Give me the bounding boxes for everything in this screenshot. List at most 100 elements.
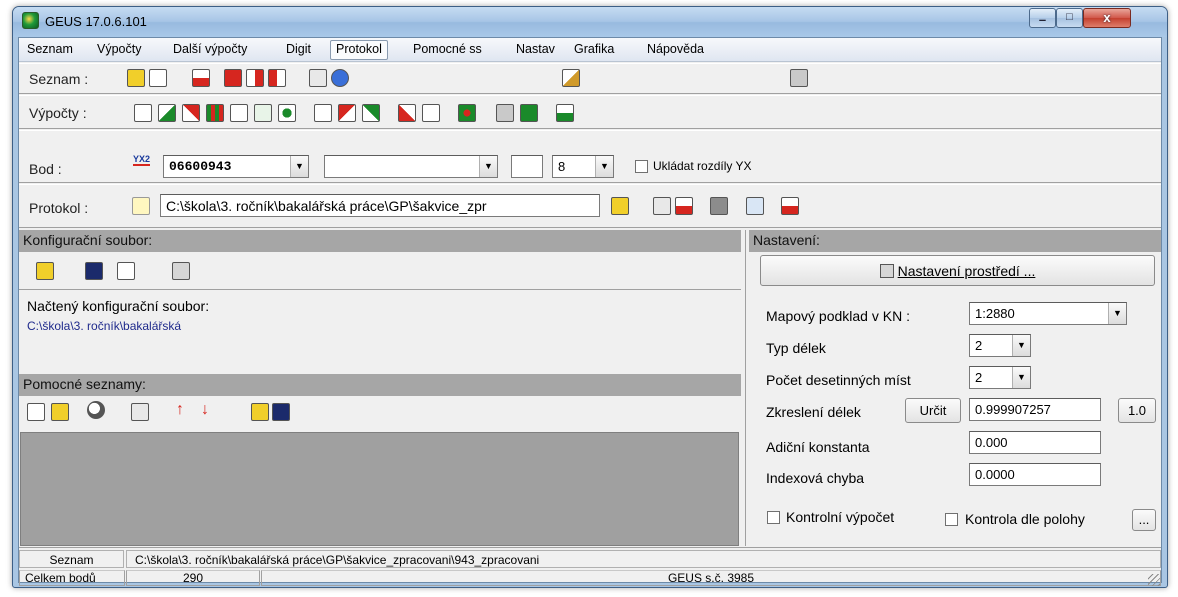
- open-folder-icon[interactable]: [127, 69, 145, 87]
- lightbulb-icon[interactable]: [132, 197, 150, 215]
- small-field[interactable]: [511, 155, 543, 178]
- edit-pencil-icon[interactable]: [562, 69, 580, 87]
- protocol-path-field[interactable]: C:\škola\3. ročník\bakalářská práce\GP\š…: [160, 194, 600, 217]
- calc-intersect-icon[interactable]: [182, 104, 200, 122]
- paste-list-icon[interactable]: [51, 403, 69, 421]
- length-type-value: 2: [975, 338, 983, 353]
- minimize-icon: –: [1038, 12, 1047, 27]
- menu-napoveda[interactable]: Nápověda: [647, 42, 704, 56]
- control-calc-label: Kontrolní výpočet: [786, 509, 895, 525]
- new-document-icon[interactable]: [149, 69, 167, 87]
- menu-nastav[interactable]: Nastav: [516, 42, 555, 56]
- calc-step-icon[interactable]: [314, 104, 332, 122]
- second-combo[interactable]: [324, 155, 498, 178]
- chevron-down-icon[interactable]: ▼: [595, 156, 613, 177]
- title-bar[interactable]: [13, 7, 1167, 37]
- settings-panel-header: Nastavení:: [749, 230, 1161, 252]
- calc-triangle-icon[interactable]: [338, 104, 356, 122]
- zoom-icon[interactable]: [87, 401, 105, 419]
- calc-angle-icon[interactable]: [158, 104, 176, 122]
- map-base-combo[interactable]: 1:2880: [969, 302, 1127, 325]
- calc-star-icon[interactable]: [458, 104, 476, 122]
- calc-gear-icon[interactable]: [520, 104, 538, 122]
- chevron-down-icon[interactable]: ▼: [1108, 303, 1126, 324]
- calc-polyline-icon[interactable]: [362, 104, 380, 122]
- calc-cross-icon[interactable]: [134, 104, 152, 122]
- pages-icon[interactable]: [131, 403, 149, 421]
- arrow-down-icon[interactable]: ↓: [201, 401, 209, 419]
- report-red-icon[interactable]: [675, 197, 693, 215]
- seznam-row-label: Seznam :: [29, 71, 89, 87]
- menu-grafika[interactable]: Grafika: [574, 42, 614, 56]
- print-icon[interactable]: [710, 197, 728, 215]
- menu-protokol[interactable]: Protokol: [330, 40, 388, 60]
- person-stand-icon[interactable]: [790, 69, 808, 87]
- save-differences-checkbox[interactable]: [635, 160, 648, 173]
- menu-seznam[interactable]: Seznam: [27, 42, 73, 56]
- status-list-path: C:\škola\3. ročník\bakalářská práce\GP\š…: [126, 550, 1161, 568]
- length-type-label: Typ délek: [766, 340, 826, 356]
- yx-icon[interactable]: YX2: [133, 154, 151, 166]
- additive-label: Adiční konstanta: [766, 439, 870, 455]
- window-title: GEUS 17.0.6.101: [45, 14, 147, 29]
- save-as-disk-icon[interactable]: [117, 262, 135, 280]
- menu-digit[interactable]: Digit: [286, 42, 311, 56]
- copy-list-icon[interactable]: [27, 403, 45, 421]
- chevron-down-icon[interactable]: ▼: [290, 156, 308, 177]
- position-options-button[interactable]: ...: [1132, 509, 1156, 531]
- report-icon[interactable]: [653, 197, 671, 215]
- calc-grid-icon[interactable]: [206, 104, 224, 122]
- calc-calendar-icon[interactable]: [496, 104, 514, 122]
- distortion-value: 0.999907257: [975, 402, 1051, 417]
- list-arrow-icon[interactable]: [246, 69, 264, 87]
- index-error-field[interactable]: 0.0000: [969, 463, 1101, 486]
- open-book-icon[interactable]: [309, 69, 327, 87]
- save-report-icon[interactable]: [781, 197, 799, 215]
- calc-red-angle-icon[interactable]: [398, 104, 416, 122]
- info-icon[interactable]: [331, 69, 349, 87]
- additive-field[interactable]: 0.000: [969, 431, 1101, 454]
- geus-app-icon: [22, 12, 39, 29]
- resize-grip-icon[interactable]: [1148, 574, 1160, 586]
- calc-x-icon[interactable]: [230, 104, 248, 122]
- reset-distortion-button[interactable]: 1.0: [1118, 398, 1156, 423]
- calc-dot-icon[interactable]: [278, 104, 296, 122]
- control-calc-checkbox[interactable]: [767, 511, 780, 524]
- status-divider: [19, 547, 1161, 548]
- lists-toolbar: [19, 396, 741, 432]
- point-number-combo[interactable]: 06600943: [163, 155, 309, 178]
- clipboard-icon[interactable]: [746, 197, 764, 215]
- control-position-label: Kontrola dle polohy: [965, 511, 1085, 527]
- calc-net-icon[interactable]: [422, 104, 440, 122]
- bod-row-label: Bod :: [29, 161, 62, 177]
- maximize-icon: □: [1066, 11, 1073, 23]
- chevron-down-icon[interactable]: ▼: [1012, 335, 1030, 356]
- open-folder-icon[interactable]: [36, 262, 54, 280]
- map-base-value: 1:2880: [975, 306, 1015, 321]
- chevron-down-icon[interactable]: ▼: [479, 156, 497, 177]
- save-disk-icon[interactable]: [85, 262, 103, 280]
- open-folder-icon[interactable]: [611, 197, 629, 215]
- settings-tool-icon[interactable]: [172, 262, 190, 280]
- list-red-icon[interactable]: [224, 69, 242, 87]
- open-folder-icon[interactable]: [251, 403, 269, 421]
- menu-dalsi-vypocty[interactable]: Další výpočty: [173, 42, 247, 56]
- list-play-icon[interactable]: [268, 69, 286, 87]
- environment-settings-button[interactable]: Nastavení prostředí ...: [760, 255, 1155, 286]
- calc-21-icon[interactable]: [254, 104, 272, 122]
- distortion-field[interactable]: 0.999907257: [969, 398, 1101, 421]
- menu-pomocne-ss[interactable]: Pomocné ss: [413, 42, 482, 56]
- menu-vypocty[interactable]: Výpočty: [97, 42, 141, 56]
- additive-value: 0.000: [975, 435, 1008, 450]
- chevron-down-icon[interactable]: ▼: [1012, 367, 1030, 388]
- determine-button[interactable]: Určit: [905, 398, 961, 423]
- minimize-button[interactable]: –: [1029, 8, 1056, 28]
- list-export-icon[interactable]: [192, 69, 210, 87]
- close-button[interactable]: x: [1083, 8, 1131, 28]
- lists-content-area[interactable]: [20, 432, 739, 546]
- arrow-up-icon[interactable]: ↑: [176, 401, 184, 419]
- maximize-button[interactable]: □: [1056, 8, 1083, 28]
- control-position-checkbox[interactable]: [945, 513, 958, 526]
- calc-blocks-icon[interactable]: [556, 104, 574, 122]
- save-disk-icon[interactable]: [272, 403, 290, 421]
